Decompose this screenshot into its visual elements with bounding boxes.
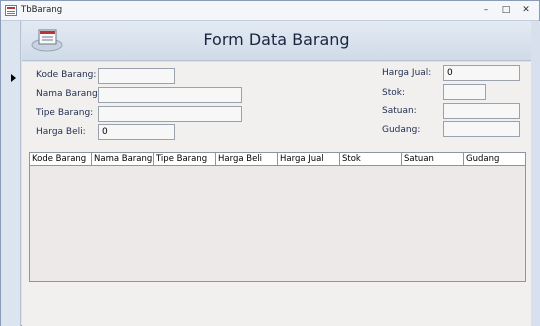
- form-title: Form Data Barang: [203, 30, 350, 49]
- satuan-label: Satuan:: [382, 106, 417, 116]
- nama-barang-label: Nama Barang:: [36, 89, 101, 99]
- form-header: Form Data Barang: [22, 21, 531, 61]
- column-header-stok[interactable]: Stok: [340, 153, 402, 166]
- stok-field[interactable]: [443, 84, 486, 100]
- maximize-button[interactable]: □: [499, 4, 513, 17]
- gudang-label: Gudang:: [382, 125, 421, 135]
- datasheet-header-row: Kode Barang Nama Barang Tipe Barang Harg…: [30, 153, 525, 166]
- harga-beli-field[interactable]: 0: [98, 124, 175, 140]
- harga-jual-field[interactable]: 0: [443, 65, 520, 81]
- barang-datasheet[interactable]: Kode Barang Nama Barang Tipe Barang Harg…: [29, 152, 526, 282]
- column-header-nama-barang[interactable]: Nama Barang: [92, 153, 154, 166]
- kode-barang-field[interactable]: [98, 68, 175, 84]
- close-button[interactable]: ✕: [519, 4, 533, 17]
- stok-label: Stok:: [382, 88, 405, 98]
- column-header-kode-barang[interactable]: Kode Barang: [30, 153, 92, 166]
- form-detail-section: Kode Barang: Nama Barang: Tipe Barang: H…: [22, 62, 531, 326]
- current-record-arrow-icon: [11, 74, 16, 82]
- minimize-button[interactable]: –: [479, 4, 493, 17]
- record-selector[interactable]: [1, 21, 21, 326]
- access-form-window: TbBarang – □ ✕ Form Data Barang Kode Bar…: [0, 0, 540, 326]
- harga-jual-label: Harga Jual:: [382, 68, 432, 78]
- title-bar: TbBarang – □ ✕: [1, 1, 539, 21]
- satuan-field[interactable]: [443, 103, 520, 119]
- column-header-tipe-barang[interactable]: Tipe Barang: [154, 153, 216, 166]
- form-table-icon: [5, 5, 17, 16]
- column-header-gudang[interactable]: Gudang: [464, 153, 525, 166]
- tipe-barang-label: Tipe Barang:: [36, 108, 94, 118]
- tipe-barang-field[interactable]: [98, 106, 242, 122]
- column-header-harga-jual[interactable]: Harga Jual: [278, 153, 340, 166]
- window-title: TbBarang: [21, 5, 63, 15]
- nama-barang-field[interactable]: [98, 87, 242, 103]
- vertical-scrollbar[interactable]: [531, 21, 540, 326]
- gudang-field[interactable]: [443, 121, 520, 137]
- column-header-satuan[interactable]: Satuan: [402, 153, 464, 166]
- harga-beli-label: Harga Beli:: [36, 127, 86, 137]
- column-header-harga-beli[interactable]: Harga Beli: [216, 153, 278, 166]
- kode-barang-label: Kode Barang:: [36, 70, 97, 80]
